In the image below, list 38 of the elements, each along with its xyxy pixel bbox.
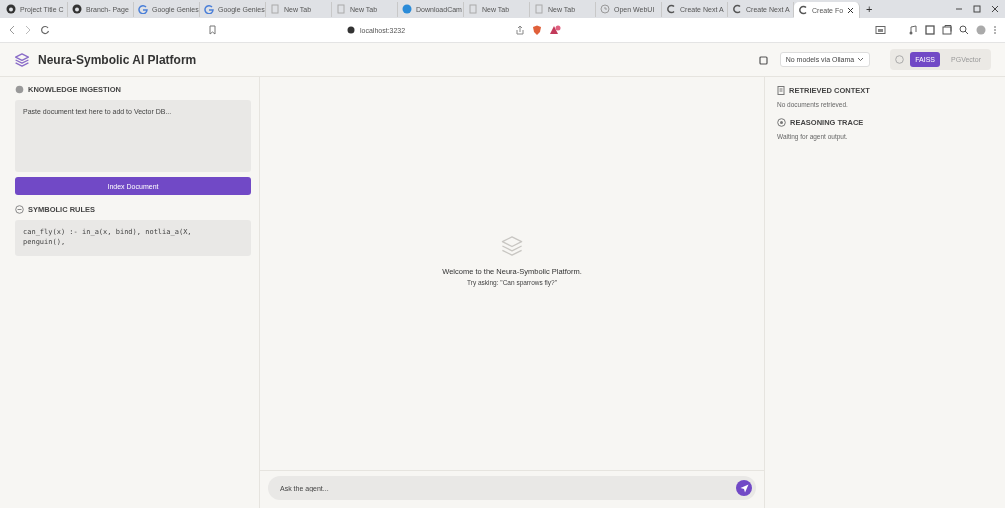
g-icon xyxy=(138,4,148,14)
chevron-down-icon xyxy=(857,57,865,62)
github-icon xyxy=(72,4,82,14)
share-icon[interactable] xyxy=(515,25,525,35)
shield-icon[interactable] xyxy=(532,24,542,36)
bookmark-icon[interactable] xyxy=(208,24,217,35)
app-title: Neura-Symbolic AI Platform xyxy=(38,52,197,67)
page-icon xyxy=(468,4,478,14)
close-icon[interactable] xyxy=(991,5,999,13)
tab-view-icon[interactable] xyxy=(875,25,886,35)
rules-icon xyxy=(15,205,24,214)
chip-icon xyxy=(758,55,768,65)
sidebar-icon[interactable] xyxy=(925,25,935,35)
wallet-icon[interactable] xyxy=(942,25,952,35)
circle-icon xyxy=(402,4,412,14)
restore-icon[interactable] xyxy=(973,5,981,13)
close-icon[interactable] xyxy=(847,6,855,14)
target-icon xyxy=(777,118,786,127)
search-icon[interactable] xyxy=(959,25,969,35)
back-icon[interactable] xyxy=(8,25,16,35)
page-icon xyxy=(534,4,544,14)
music-icon[interactable] xyxy=(908,25,918,35)
reload-icon[interactable] xyxy=(40,25,50,35)
c-icon xyxy=(798,5,808,15)
c-icon xyxy=(666,4,676,14)
page-icon xyxy=(336,4,346,14)
site-info-icon[interactable] xyxy=(347,26,355,34)
page-icon xyxy=(270,4,280,14)
logo-icon xyxy=(14,51,30,68)
new-tab-button[interactable]: + xyxy=(860,3,879,15)
send-icon xyxy=(739,483,749,493)
g-icon xyxy=(204,4,214,14)
rewards-icon[interactable] xyxy=(549,25,561,35)
github-icon xyxy=(6,4,16,14)
c-icon xyxy=(732,4,742,14)
layers-icon xyxy=(500,233,524,258)
document-icon xyxy=(777,86,785,95)
clock-icon xyxy=(600,4,610,14)
